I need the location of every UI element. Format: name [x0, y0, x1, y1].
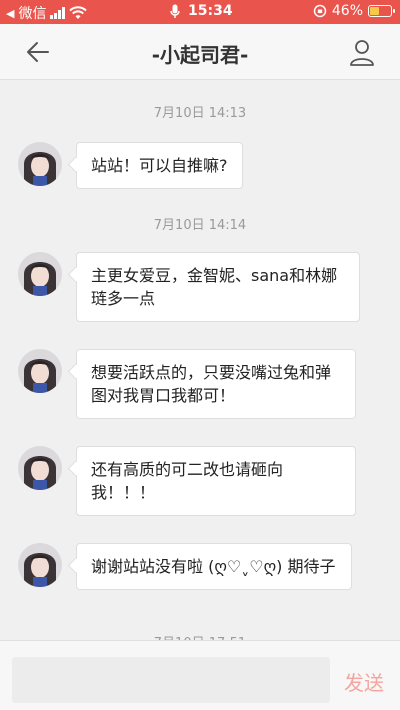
timestamp: 7月10日 17:51 — [0, 632, 400, 640]
message-bubble[interactable]: 站站！可以自推嘛? — [76, 142, 243, 189]
avatar[interactable] — [18, 543, 62, 587]
avatar[interactable] — [18, 252, 62, 296]
status-left: ◀ 微信 — [6, 3, 88, 23]
message-bubble[interactable]: 谢谢站站没有啦 (ღ♡ˬ♡ღ) 期待子 — [76, 543, 352, 590]
chat-area[interactable]: 7月10日 14:13 站站！可以自推嘛? 7月10日 14:14 主更女爱豆， — [0, 80, 400, 640]
message-bubble[interactable]: 想要活跃点的，只要没嘴过兔和弹图对我胃口我都可！ — [76, 349, 356, 419]
carrier-label: 微信 — [18, 6, 47, 22]
message-bubble[interactable]: 主更女爱豆，金智妮、sana和林娜琏多一点 — [76, 252, 360, 322]
message-bubble[interactable]: 还有高质的可二改也请砸向我！！！ — [76, 446, 356, 516]
message-input[interactable] — [12, 657, 330, 703]
status-bar: ◀ 微信 15:34 46% — [0, 0, 400, 24]
back-to-app-icon[interactable]: ◀ — [6, 7, 14, 20]
avatar[interactable] — [18, 142, 62, 186]
wifi-icon — [69, 6, 88, 19]
timestamp: 7月10日 14:13 — [153, 106, 247, 121]
message-row: 还有高质的可二改也请砸向我！！！ — [18, 446, 400, 516]
input-bar: 发送 — [0, 640, 400, 710]
chat-title: -小起司君- — [151, 43, 249, 67]
battery-icon — [368, 5, 395, 17]
status-center: 15:34 — [170, 3, 233, 19]
send-button[interactable]: 发送 — [344, 667, 384, 696]
nav-bar: -小起司君- — [0, 24, 400, 80]
status-right: 46% — [313, 3, 395, 19]
message-row: 站站！可以自推嘛? — [18, 142, 400, 189]
battery-percent: 46% — [331, 3, 363, 19]
signal-icon — [50, 7, 66, 19]
person-icon[interactable] — [348, 38, 376, 66]
message-row: 谢谢站站没有啦 (ღ♡ˬ♡ღ) 期待子 — [18, 543, 400, 590]
timestamp: 7月10日 14:14 — [153, 218, 247, 233]
microphone-icon — [170, 4, 180, 18]
avatar[interactable] — [18, 446, 62, 490]
orientation-lock-icon — [313, 4, 327, 18]
message-row: 主更女爱豆，金智妮、sana和林娜琏多一点 — [18, 252, 400, 322]
avatar[interactable] — [18, 349, 62, 393]
clock: 15:34 — [188, 3, 233, 19]
message-row: 想要活跃点的，只要没嘴过兔和弹图对我胃口我都可！ — [18, 349, 400, 419]
